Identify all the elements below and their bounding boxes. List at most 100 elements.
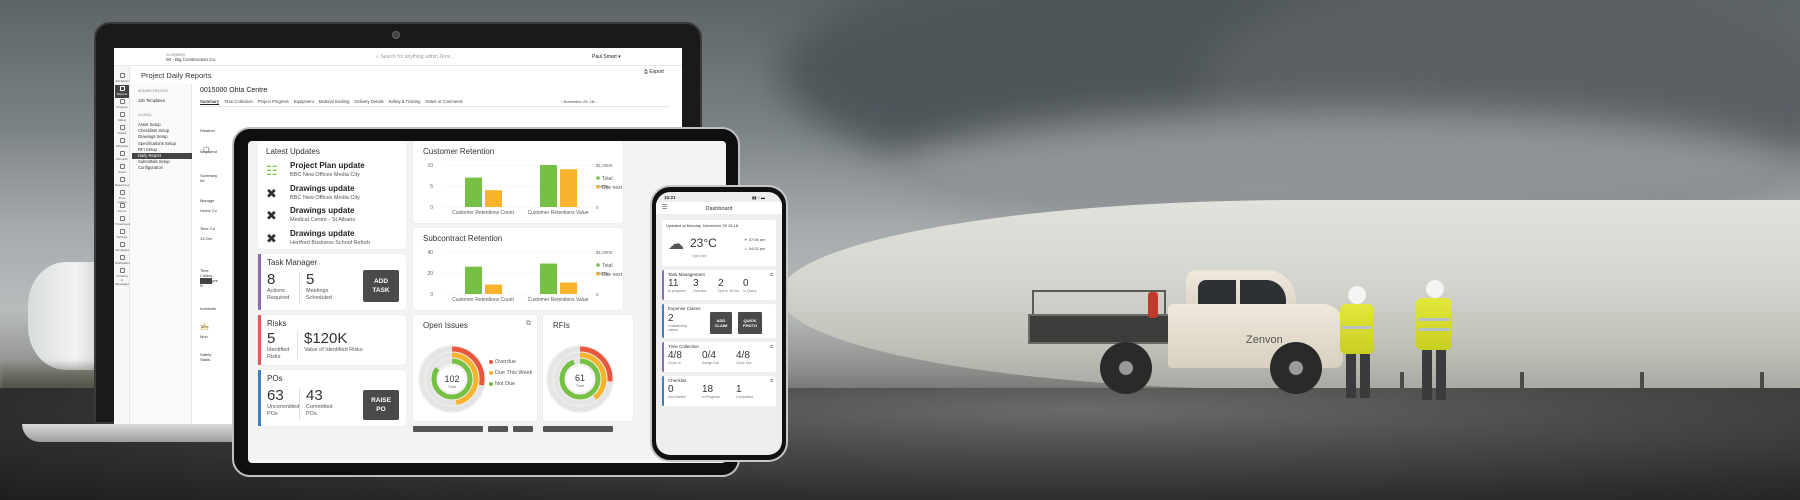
sunset: ☼ 04:02 pm xyxy=(744,246,766,251)
report-tab[interactable]: Material tracking xyxy=(319,99,350,105)
rail-item[interactable]: Users xyxy=(115,163,129,176)
rail-icon xyxy=(119,268,125,273)
summary-label: Summary Inf xyxy=(200,173,218,183)
raise-po-button[interactable]: RAISE PO xyxy=(363,390,399,420)
checklist-card[interactable]: Checklist ⧉ 0 Not Started 18 In Progress 1 Co… xyxy=(662,376,776,406)
sidebar-item[interactable]: Specifications Setup xyxy=(138,141,192,147)
legend-dot xyxy=(596,263,600,267)
phone-stat: 4/8 Clock In xyxy=(668,350,682,366)
rail-item[interactable]: Settings xyxy=(115,228,129,241)
add-task-button[interactable]: ADD TASK xyxy=(363,270,399,302)
summary-label: Mon xyxy=(200,334,208,339)
y-tick-label: 5 xyxy=(430,184,433,190)
summary-label: Manage xyxy=(200,197,215,203)
report-tab[interactable]: Notes or Comments xyxy=(426,99,463,105)
report-tab[interactable]: Safety & Training xyxy=(389,99,421,105)
rail-icon xyxy=(119,138,125,143)
link-icon[interactable]: ⧉ xyxy=(770,344,773,349)
sidebar-item[interactable]: Submittals Setup xyxy=(138,159,192,165)
rail-item[interactable]: Reports xyxy=(115,85,129,98)
legend-label: Total xyxy=(602,176,613,182)
link-icon[interactable]: ⧉ xyxy=(770,378,773,383)
report-tab[interactable]: Equipment xyxy=(294,99,314,105)
user-menu[interactable]: Paul Smart ▾ xyxy=(592,54,621,60)
update-item[interactable]: ✖ Drawings update Medical Centre - St Alba… xyxy=(266,206,396,230)
phone-stat: 0 In Query xyxy=(743,278,757,294)
legend-dot xyxy=(596,272,600,276)
subcontract-retention-card: Subcontract Retention 40 20 0 $1,000K $500K 0… xyxy=(413,228,623,310)
link-icon[interactable]: ⧉ xyxy=(770,272,773,277)
pos-title: POs xyxy=(267,374,283,383)
category-label: Customer Retentions Count xyxy=(452,210,514,216)
rail-item[interactable]: Projects xyxy=(115,98,129,111)
legend-label: Due next month xyxy=(602,185,623,191)
report-tab[interactable]: Time Collection xyxy=(224,99,253,105)
legend-due-this-week: Due This Week xyxy=(489,370,532,376)
legend-dot xyxy=(596,185,600,189)
rail-item[interactable]: Job Admin xyxy=(115,72,129,85)
rail-item[interactable]: Templates xyxy=(115,241,129,254)
rail-item[interactable]: Records xyxy=(115,150,129,163)
date-navigator[interactable]: ‹ November 25, 18 › xyxy=(561,99,597,104)
rail-icon xyxy=(119,190,125,195)
rail-item[interactable]: Safety xyxy=(115,111,129,124)
report-tab[interactable]: Summary xyxy=(200,99,220,105)
sidebar-item[interactable]: Daily Report xyxy=(132,153,192,159)
add-claim-button[interactable]: ADD CLAIM xyxy=(710,312,732,334)
rail-item[interactable]: Schedule xyxy=(115,137,129,150)
rail-item[interactable]: Resources xyxy=(115,176,129,189)
customer-retention-chart: 1050$1,000K$500K0Customer Retentions Cou… xyxy=(427,163,623,216)
report-tabs: Summary Time Collection Project Progress Eq… xyxy=(200,99,463,105)
time-collection-card[interactable]: Time Collection ⧉ 4/8 Clock In 0/4 Assign J… xyxy=(662,342,776,372)
bar xyxy=(560,169,577,207)
latest-updates-card: Latest Updates ☷ Project Plan update BBC N… xyxy=(258,141,406,249)
risks-card: Risks 5 Identified Risks $120K Value of I… xyxy=(258,315,406,365)
report-tab[interactable]: Project Progress xyxy=(258,99,289,105)
sunrise: ☀ 07:06 am xyxy=(744,237,766,242)
rail-item[interactable]: Contacts & Messages xyxy=(115,267,129,286)
rail-item[interactable]: Forms xyxy=(115,202,129,215)
update-item[interactable]: ✖ Drawings update Hertford Business School… xyxy=(266,229,396,253)
report-tab[interactable]: Delivery Details xyxy=(355,99,384,105)
sidebar-item[interactable]: Configuration xyxy=(138,165,192,171)
rail-item[interactable]: Notifications xyxy=(115,254,131,267)
pickup-truck: Zenvon xyxy=(1028,268,1348,408)
settings-sidebar: ADMINISTRATION Job Templates GLOBAL Asse… xyxy=(130,84,192,424)
expense-claims-card: Expense Claims 2 Outstanding claims ADD C… xyxy=(662,304,776,338)
quick-photo-button[interactable]: QUICK PHOTO xyxy=(738,312,762,334)
phone-screen: 10:21 ▮▮ ◔ ▬ ☰ Dashboard Updated at Mond… xyxy=(656,192,782,455)
rail-item[interactable]: Timesheets xyxy=(115,215,130,228)
y-tick-label: 0 xyxy=(430,292,433,298)
chevron-right-icon[interactable]: › xyxy=(594,99,596,104)
customer-retention-card: Customer Retention 10 5 0 $1,000K $500K 0 Cust… xyxy=(413,141,623,223)
sidebar-item[interactable]: Checklists Setup xyxy=(138,128,192,134)
global-search[interactable]: ⌕ Search for anything within Zenv... xyxy=(376,54,454,60)
open-issues-card: Open Issues ⧉ 102 Total Overdue Due This… xyxy=(413,315,537,421)
meetings-scheduled-count: 5 xyxy=(306,271,315,288)
open-issues-donut xyxy=(418,345,486,413)
time-chip[interactable] xyxy=(200,278,212,284)
summary-label: Incidents xyxy=(200,306,217,311)
category-label: Customer Retentions Value xyxy=(528,297,589,303)
sidebar-item[interactable]: Drawings Setup xyxy=(138,134,192,140)
sidebar-item-job-templates[interactable]: Job Templates xyxy=(138,98,192,104)
sidebar-group-global: GLOBAL xyxy=(138,113,153,117)
rfis-donut xyxy=(546,345,614,413)
sidebar-item[interactable]: RFI Setup xyxy=(138,147,192,153)
rail-item[interactable]: Assets xyxy=(115,124,129,137)
update-item[interactable]: ✖ Drawings update BBC New Offices Media Ci… xyxy=(266,184,396,208)
tools-icon: ✖ xyxy=(266,208,277,223)
update-item[interactable]: ☷ Project Plan update BBC New Offices Medi… xyxy=(266,161,396,185)
updated-at: Updated at Monday, November 25 10:18 xyxy=(666,223,738,228)
sidebar-group-admin: ADMINISTRATION xyxy=(138,89,168,93)
legend-not-due: Not Due xyxy=(489,381,515,387)
sidebar-item[interactable]: Asset Setup xyxy=(138,122,192,128)
rail-icon xyxy=(119,242,125,247)
phone-stat: 2 Due in 48 hrs xyxy=(718,278,739,294)
task-management-card[interactable]: Task Management ⧉ 11 In progress 3 Overdue 2… xyxy=(662,270,776,300)
rfis-total: 61 Total xyxy=(574,373,585,389)
company-selector[interactable]: Company 00 - Big Construction Co. xyxy=(166,52,216,62)
rail-item[interactable]: Time Collect xyxy=(115,189,129,204)
export-button[interactable]: ⎙ Export xyxy=(644,69,664,75)
bar xyxy=(485,284,502,294)
